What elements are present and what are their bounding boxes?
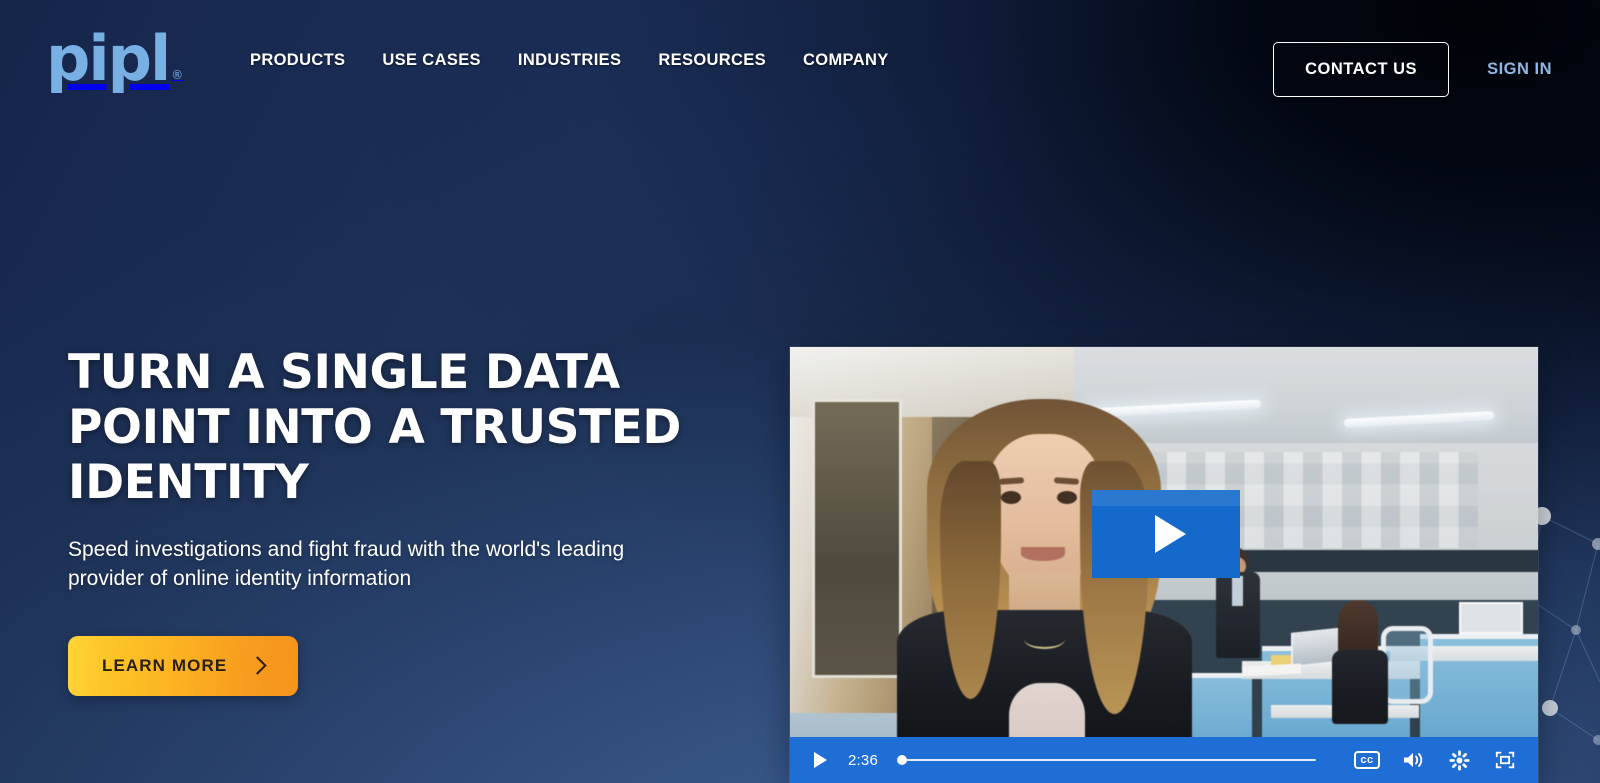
background-person-seated (1332, 599, 1389, 724)
play-icon (813, 752, 827, 768)
hero-page: pipl ® PRODUCTS USE CASES INDUSTRIES RES… (0, 0, 1600, 783)
brand-wordmark: pipl (46, 22, 171, 95)
progress-track (898, 759, 1316, 761)
presenter-person (896, 399, 1192, 783)
top-navigation-bar: pipl ® PRODUCTS USE CASES INDUSTRIES RES… (0, 0, 1600, 150)
chevron-right-icon (248, 656, 267, 676)
learn-more-button[interactable]: LEARN MORE (68, 635, 299, 696)
nav-link-resources[interactable]: RESOURCES (658, 51, 766, 70)
nav-actions: CONTACT US SIGN IN (1273, 42, 1552, 97)
play-button[interactable] (806, 746, 834, 774)
registered-trademark-icon: ® (171, 68, 184, 82)
video-control-bar: 2:36 cc (790, 737, 1538, 783)
nav-link-products[interactable]: PRODUCTS (250, 51, 345, 70)
video-time-display: 2:36 (848, 751, 878, 769)
progress-scrubber[interactable] (897, 750, 1316, 770)
fullscreen-icon (1495, 751, 1515, 769)
hero-video-player[interactable]: 2:36 cc (790, 347, 1538, 783)
hero-subheading: Speed investigations and fight fraud wit… (68, 537, 625, 590)
video-play-overlay-button[interactable] (1092, 490, 1240, 578)
primary-nav: PRODUCTS USE CASES INDUSTRIES RESOURCES … (250, 51, 889, 70)
captions-button[interactable]: cc (1350, 743, 1384, 777)
pipl-logo[interactable]: pipl ® (46, 24, 196, 94)
nav-link-industries[interactable]: INDUSTRIES (518, 51, 621, 70)
learn-more-label: LEARN MORE (102, 655, 228, 675)
hero-content: TURN A SINGLE DATA POINT INTO A TRUSTED … (68, 345, 768, 696)
contact-us-button[interactable]: CONTACT US (1273, 42, 1450, 97)
play-triangle-icon (1154, 515, 1186, 553)
page-title: TURN A SINGLE DATA POINT INTO A TRUSTED … (68, 345, 682, 510)
sign-in-link[interactable]: SIGN IN (1487, 60, 1552, 79)
nav-link-company[interactable]: COMPANY (803, 51, 889, 70)
settings-button[interactable] (1442, 743, 1476, 777)
volume-button[interactable] (1396, 743, 1430, 777)
gear-icon (1449, 750, 1469, 770)
closed-captions-icon: cc (1354, 750, 1380, 770)
progress-handle[interactable] (897, 755, 907, 765)
nav-link-use-cases[interactable]: USE CASES (382, 51, 481, 70)
volume-icon (1404, 753, 1423, 767)
fullscreen-button[interactable] (1488, 743, 1522, 777)
